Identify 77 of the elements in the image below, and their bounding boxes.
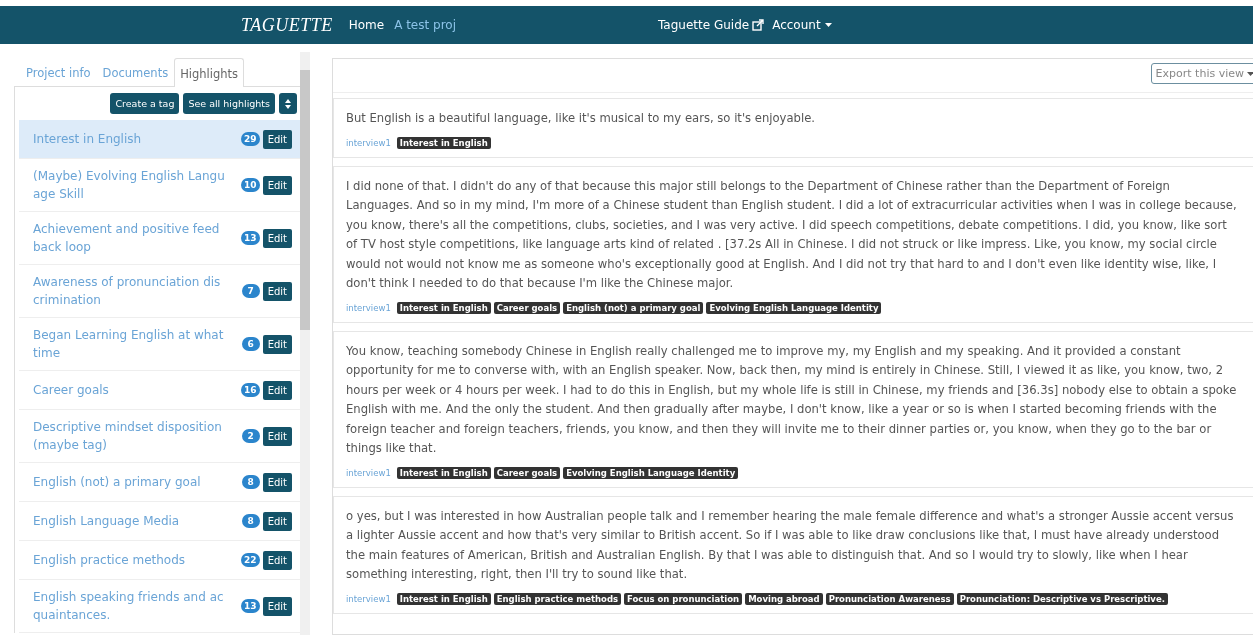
- toolbar-button[interactable]: Create a tag: [110, 93, 180, 114]
- count-badge: 13: [241, 599, 260, 613]
- tag-item[interactable]: Achievement and positive feedback loop 13 Edit: [19, 212, 300, 265]
- nav-link[interactable]: Home: [348, 18, 385, 32]
- tag-name: (Maybe) Evolving English Language Skill: [33, 168, 225, 203]
- edit-button[interactable]: Edit: [262, 129, 292, 149]
- count-badge: 2: [241, 429, 260, 443]
- edit-button[interactable]: Edit: [262, 380, 292, 400]
- toolbar-button[interactable]: See all highlights: [183, 93, 275, 114]
- edit-button[interactable]: Edit: [262, 596, 292, 616]
- brand-logo[interactable]: TAGUETTE: [241, 14, 333, 36]
- guide-link[interactable]: Taguette Guide: [658, 18, 765, 32]
- highlight-text: But English is a beautiful language, like it's musical to my ears, so it's enjoyable.: [346, 110, 816, 127]
- tag-item[interactable]: Began Learning English at what time 6 Edit: [19, 318, 300, 371]
- edit-button[interactable]: Edit: [262, 426, 292, 446]
- tag-label: Interest in English: [396, 301, 491, 314]
- tag-item[interactable]: (Maybe) Evolving English Language Skill 10 Edit: [19, 159, 300, 212]
- tag-label: Career goals: [493, 301, 561, 314]
- scrollbar[interactable]: [300, 52, 310, 635]
- tag-name: Descriptive mindset disposition (maybe tag): [33, 419, 223, 454]
- count-badge: 8: [241, 514, 260, 528]
- tag-item[interactable]: English (not) a primary goal 8 Edit: [19, 463, 300, 502]
- edit-button[interactable]: Edit: [262, 175, 292, 195]
- tag-label: English practice methods: [493, 592, 622, 605]
- tag-item[interactable]: Interest in English 29 Edit: [19, 120, 300, 159]
- nav-link[interactable]: A test proj: [394, 18, 456, 32]
- caret-icon: [824, 23, 832, 27]
- tag-item[interactable]: English practice methods 22 Edit: [19, 541, 300, 580]
- tag-label: Focus on pronunciation: [624, 592, 743, 605]
- tag-name: English (not) a primary goal: [33, 474, 202, 491]
- edit-button[interactable]: Edit: [262, 550, 292, 570]
- count-badge: 7: [241, 284, 260, 298]
- count-badge: 13: [241, 231, 260, 245]
- highlight-text: o yes, but I was interested in how Australian people talk and I remember hearing the male female difference and what's a stronger Aussie accent versus a lighter Aussie accent and how that's very similar to British accent. So if I was able to like draw conclusions like that, I must have already understood the main features of American, British and Australian English. By that I was able to distinguish that. And so I would try to slowly, like when I hear something interesting, right, then I'll try to sound like that.: [346, 507, 1235, 583]
- edit-button[interactable]: Edit: [262, 281, 292, 301]
- sort-button[interactable]: [279, 93, 297, 114]
- tag-item[interactable]: English speaking friends and acquaintances. 13 Edit: [19, 580, 300, 633]
- count-badge: 22: [241, 553, 260, 567]
- edit-button[interactable]: Edit: [262, 334, 292, 354]
- tag-item[interactable]: Career goals 16 Edit: [19, 371, 300, 410]
- caret-icon: [1247, 71, 1253, 76]
- tag-item[interactable]: English Language Media 8 Edit: [19, 502, 300, 541]
- tag-name: English Language Media: [33, 513, 181, 530]
- tag-label: Career goals: [493, 466, 561, 479]
- edit-button[interactable]: Edit: [262, 511, 292, 531]
- account-menu[interactable]: Account: [772, 18, 832, 32]
- tag-label: Interest in English: [396, 592, 491, 605]
- count-badge: 6: [241, 337, 260, 351]
- edit-button[interactable]: Edit: [262, 228, 292, 248]
- sidebar-tab[interactable]: Highlights: [174, 58, 245, 87]
- tag-name: Awareness of pronunciation discrimination: [33, 274, 222, 309]
- count-badge: 16: [241, 383, 260, 397]
- tag-name: Interest in English: [33, 131, 143, 148]
- sort-icon: [285, 98, 291, 109]
- count-badge: 8: [241, 475, 260, 489]
- tag-label: Pronunciation Awareness: [825, 592, 954, 605]
- tag-item[interactable]: Descriptive mindset disposition (maybe tag) 2 Edit: [19, 410, 300, 463]
- tag-label: Pronunciation: Descriptive vs Prescriptive.: [956, 592, 1168, 605]
- tag-name: English speaking friends and acquaintances.: [33, 589, 225, 624]
- edit-button[interactable]: Edit: [262, 472, 292, 492]
- tag-label: Evolving English Language Identity: [563, 466, 739, 479]
- highlight-text: I did none of that. I didn't do any of that because this major still belongs to the Department of Chinese rather than the Department of Foreign Languages. And so in my mind, I'm more of a Chinese student than English student. I did a lot of extracurricular activities when I was in college because, you know, there's all the competitions, clubs, societies, and I was very active. I did speech competitions, debate competitions. I did, you know, like sort of TV host style competitions, like language arts kind of related . [37.2s All in Chinese. I did not struck or like impress. Like, you know, my social circle would not would not know me as someone who's exceptionally good at English. And I did not try that hard to and I don't even like identity wise, like, I don't think I needed to do that because I'm like the Chinese major.: [346, 177, 1238, 292]
- tag-label: Interest in English: [396, 466, 491, 479]
- tag-name: Began Learning English at what time: [33, 327, 225, 362]
- tag-label: Evolving English Language Identity: [706, 301, 882, 314]
- export-dropdown[interactable]: Export this view: [1150, 63, 1253, 84]
- tag-label: Interest in English: [396, 136, 491, 149]
- tag-name: Achievement and positive feedback loop: [33, 221, 221, 256]
- tag-label: Moving abroad: [745, 592, 823, 605]
- tag-item[interactable]: Awareness of pronunciation discrimination 7 Edit: [19, 265, 300, 318]
- count-badge: 29: [241, 132, 260, 146]
- tag-label: English (not) a primary goal: [563, 301, 704, 314]
- highlight-text: You know, teaching somebody Chinese in English really challenged me to improve my, my English and my speaking. And it provided a constant opportunity for me to converse with, with an English speaker. Now, back then, my mind is entirely in Chinese. Still, I viewed it as like, you know, two, 2 hours per week or 4 hours per week. I had to do this in English, but my whole life is still in Chinese, my friends and [36.3s] nobody else to obtain a spoke English with me. And the only the student. And then gradually after maybe, I don't know, like a year or so is when I started becoming friends with the foreign teacher and foreign teachers, friends, you know, and then they will invite me to their dinner parties or, you know, when they go to the bar or things like that.: [346, 342, 1238, 457]
- tag-name: English practice methods: [33, 552, 187, 569]
- external-link-icon: [752, 19, 765, 31]
- count-badge: 10: [241, 178, 260, 192]
- tag-name: Career goals: [33, 382, 110, 399]
